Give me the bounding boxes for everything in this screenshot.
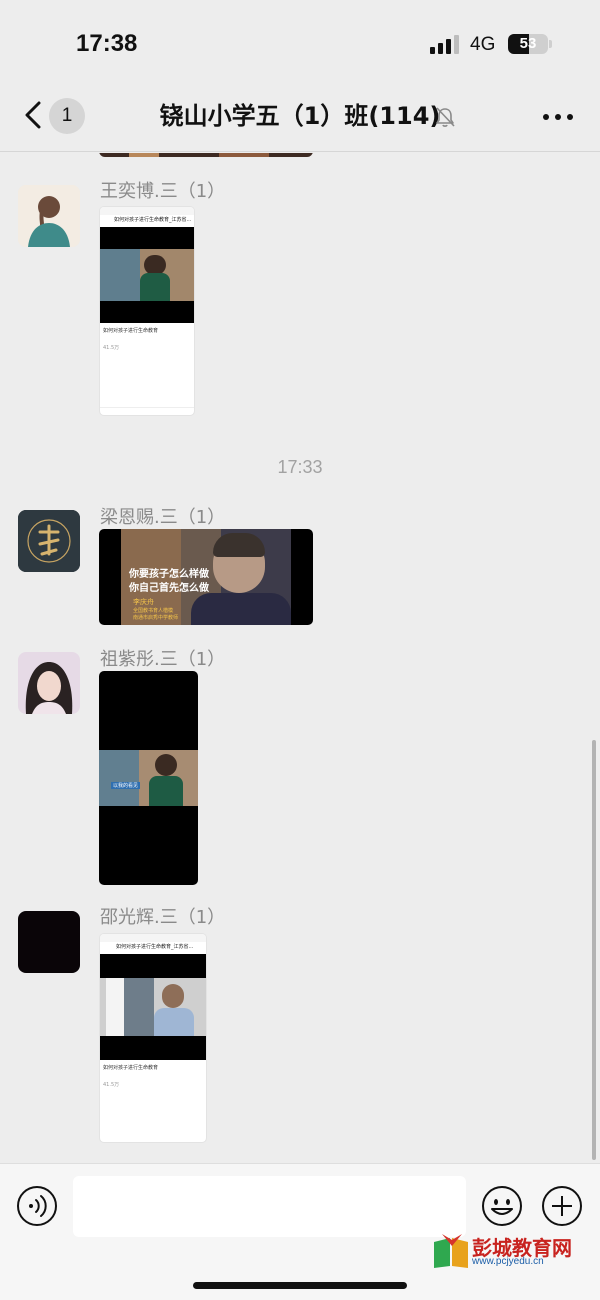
back-icon[interactable] bbox=[20, 100, 48, 130]
signal-icon bbox=[430, 35, 459, 54]
message-list[interactable]: 王奕博.三（1） 如何对孩子进行生命教育_江苏省... 如何对孩子进行生命教育 … bbox=[0, 153, 600, 1163]
status-time: 17:38 bbox=[76, 30, 138, 57]
home-indicator[interactable] bbox=[193, 1282, 407, 1289]
video-speaker-org: 南通市启秀中学教师 bbox=[133, 615, 179, 621]
sender-name: 邵光辉.三（1） bbox=[100, 907, 226, 928]
avatar[interactable] bbox=[18, 652, 80, 714]
unread-badge[interactable]: 1 bbox=[49, 98, 85, 134]
emoji-icon[interactable] bbox=[481, 1185, 523, 1227]
scrollbar[interactable] bbox=[592, 740, 596, 1160]
video-bubble[interactable]: 你要孩子怎么样做 你自己首先怎么做 李庆舟 全国教书育人楷模 南通市启秀中学教师 bbox=[99, 529, 313, 625]
battery-tip bbox=[549, 40, 552, 48]
card-caption: 如何对孩子进行生命教育 bbox=[103, 328, 159, 334]
sender-name: 祖紫彤.三（1） bbox=[100, 649, 226, 670]
video-speaker: 李庆舟 bbox=[133, 598, 154, 606]
chat-header: 1 铙山小学五（1）班(114) bbox=[0, 90, 600, 152]
card-views: 41.5万 bbox=[103, 1082, 120, 1088]
avatar[interactable] bbox=[18, 911, 80, 973]
card-caption: 如何对孩子进行生命教育 bbox=[103, 1065, 159, 1071]
more-icon[interactable] bbox=[538, 102, 578, 132]
mute-icon bbox=[436, 107, 455, 127]
card-title: 如何对孩子进行生命教育_江苏省... bbox=[114, 217, 192, 223]
video-tag: 以我的看见 bbox=[111, 782, 141, 789]
video-quote-line1: 你要孩子怎么样做 bbox=[129, 569, 209, 580]
battery-indicator: 53 bbox=[508, 34, 548, 54]
network-type: 4G bbox=[470, 34, 496, 55]
chat-title: 铙山小学五（1）班(114) bbox=[159, 102, 441, 130]
watermark-url: www.pcjyedu.cn bbox=[472, 1256, 544, 1267]
sender-name: 王奕博.三（1） bbox=[100, 181, 226, 202]
shared-screenshot-bubble[interactable]: 如何对孩子进行生命教育_江苏省... 如何对孩子进行生命教育 41.5万 bbox=[99, 933, 207, 1143]
shared-screenshot-bubble[interactable]: 如何对孩子进行生命教育_江苏省... 如何对孩子进行生命教育 41.5万 bbox=[99, 206, 195, 416]
avatar[interactable] bbox=[18, 510, 80, 572]
sender-name: 梁恩赐.三（1） bbox=[100, 507, 226, 528]
card-views: 41.5万 bbox=[103, 345, 120, 351]
previous-video-bubble[interactable] bbox=[99, 153, 313, 157]
message-input[interactable] bbox=[73, 1176, 466, 1237]
video-quote-line2: 你自己首先怎么做 bbox=[129, 583, 209, 594]
timestamp: 17:33 bbox=[277, 457, 323, 477]
voice-icon[interactable] bbox=[16, 1185, 58, 1227]
video-bubble[interactable]: 以我的看见 bbox=[99, 671, 198, 885]
battery-percent: 53 bbox=[519, 35, 537, 52]
watermark-logo bbox=[434, 1234, 468, 1268]
plus-icon[interactable] bbox=[541, 1185, 583, 1227]
card-title: 如何对孩子进行生命教育_江苏省... bbox=[116, 944, 194, 950]
status-bar: 17:38 4G 53 bbox=[0, 0, 600, 90]
avatar[interactable] bbox=[18, 185, 80, 247]
video-speaker-title: 全国教书育人楷模 bbox=[133, 608, 174, 614]
